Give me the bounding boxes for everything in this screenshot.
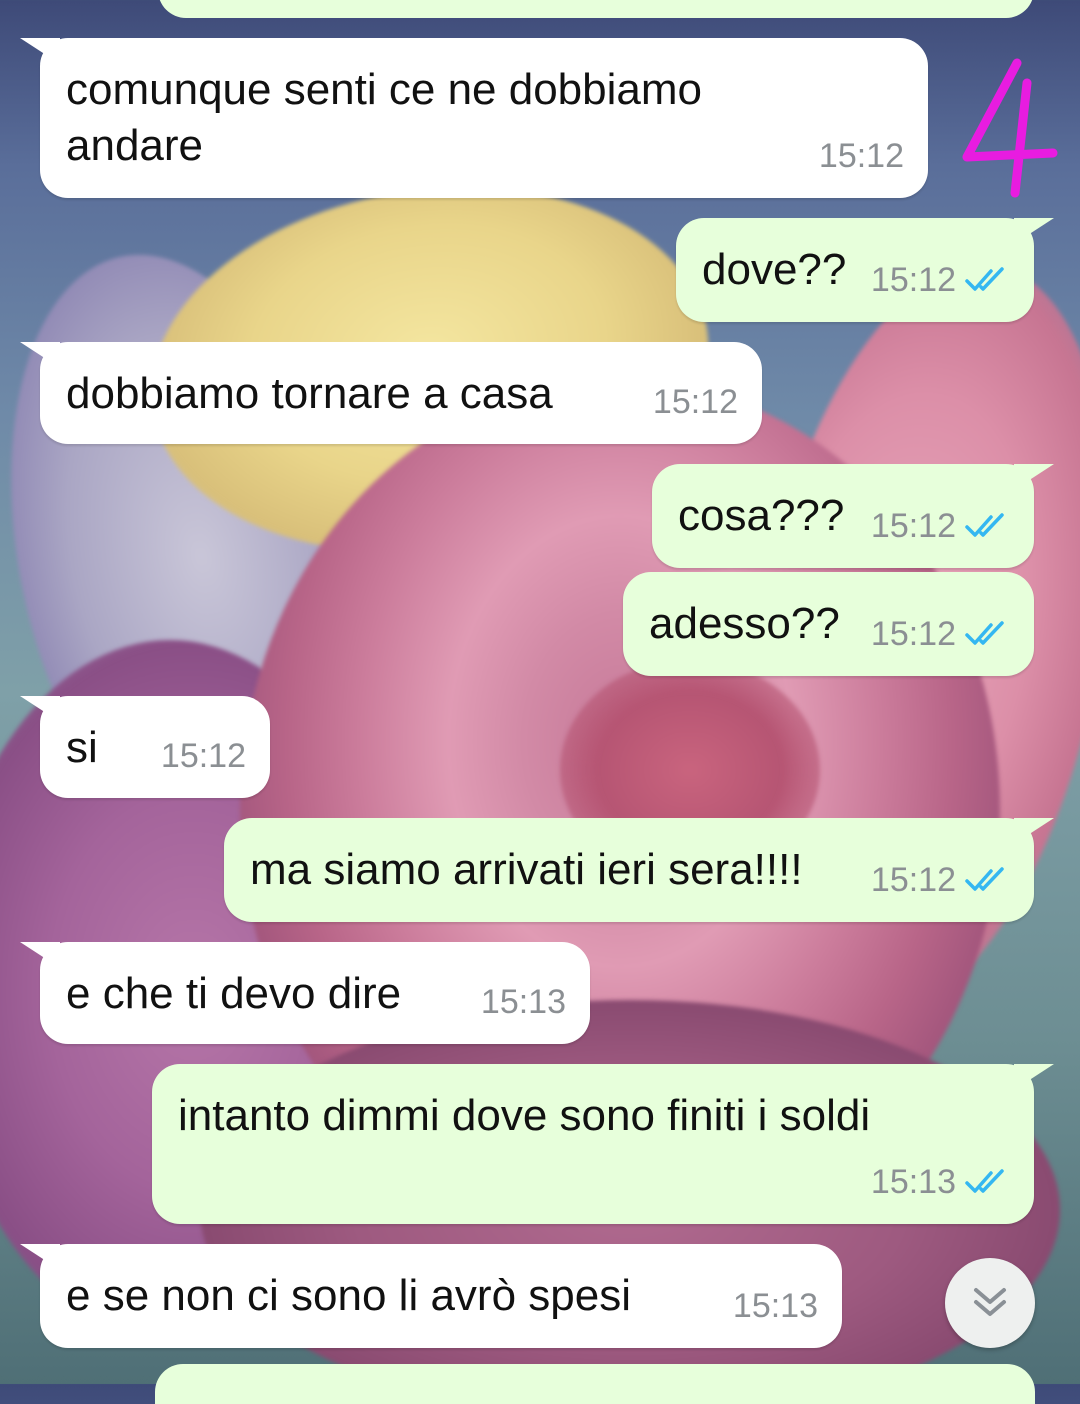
message-text: ma siamo arrivati ieri sera!!!! [250, 845, 803, 894]
message-text: dobbiamo tornare a casa [66, 369, 553, 418]
message-time: 15:12 [818, 137, 904, 175]
message-meta: 15:12 [871, 252, 1010, 308]
message-time: 15:13 [732, 1287, 818, 1325]
message-time: 15:12 [870, 861, 956, 899]
double-check-read-icon [965, 621, 1004, 645]
message-time: 15:12 [652, 383, 738, 421]
double-check-read-icon [965, 513, 1004, 537]
message-text: adesso?? [649, 599, 840, 648]
message-incoming[interactable]: e che ti devo dire 15:13 [20, 942, 590, 1044]
double-check-read-icon [965, 867, 1004, 891]
message-meta: 15:13 [733, 1278, 818, 1334]
message-text: dove?? [702, 245, 847, 294]
message-time: 15:12 [160, 737, 246, 775]
partial-outgoing-bubble-bottom [155, 1364, 1035, 1404]
message-text: intanto dimmi dove sono finiti i soldi [178, 1091, 871, 1140]
message-text: e se non ci sono li avrò spesi [66, 1271, 631, 1320]
message-text: si [66, 723, 98, 772]
message-meta: 15:12 [161, 728, 246, 784]
message-meta: 15:13 [871, 1154, 1010, 1210]
message-text: comunque senti ce ne dobbiamo andare [66, 65, 702, 170]
handwritten-number-annotation [962, 58, 1058, 198]
message-meta: 15:12 [653, 374, 738, 430]
message-outgoing[interactable]: dove?? 15:12 [676, 218, 1054, 322]
message-time: 15:12 [870, 615, 956, 653]
message-time: 15:12 [870, 507, 956, 545]
message-meta: 15:13 [481, 974, 566, 1030]
message-incoming[interactable]: comunque senti ce ne dobbiamo andare 15:… [20, 38, 928, 198]
double-check-read-icon [965, 267, 1004, 291]
chevron-double-down-icon [974, 1288, 1006, 1316]
message-outgoing[interactable]: intanto dimmi dove sono finiti i soldi 1… [152, 1064, 1054, 1224]
scroll-to-bottom-button[interactable] [945, 1258, 1035, 1348]
message-meta: 15:12 [871, 606, 1010, 662]
message-outgoing[interactable]: cosa??? 15:12 [652, 464, 1054, 568]
partial-outgoing-bubble-top [158, 0, 1034, 18]
message-time: 15:13 [870, 1163, 956, 1201]
message-incoming[interactable]: e se non ci sono li avrò spesi 15:13 [20, 1244, 842, 1348]
message-outgoing[interactable]: ma siamo arrivati ieri sera!!!! 15:12 [224, 818, 1054, 922]
message-incoming[interactable]: dobbiamo tornare a casa 15:12 [20, 342, 762, 444]
message-outgoing[interactable]: adesso?? 15:12 [623, 572, 1034, 676]
message-time: 15:12 [870, 261, 956, 299]
message-meta: 15:12 [871, 852, 1010, 908]
message-text: e che ti devo dire [66, 969, 402, 1018]
message-time: 15:13 [480, 983, 566, 1021]
message-text: cosa??? [678, 491, 845, 540]
message-list[interactable]: comunque senti ce ne dobbiamo andare 15:… [0, 0, 1080, 1404]
message-incoming[interactable]: si 15:12 [20, 696, 270, 798]
double-check-read-icon [965, 1169, 1004, 1193]
message-meta: 15:12 [871, 498, 1010, 554]
message-meta: 15:12 [819, 128, 904, 184]
